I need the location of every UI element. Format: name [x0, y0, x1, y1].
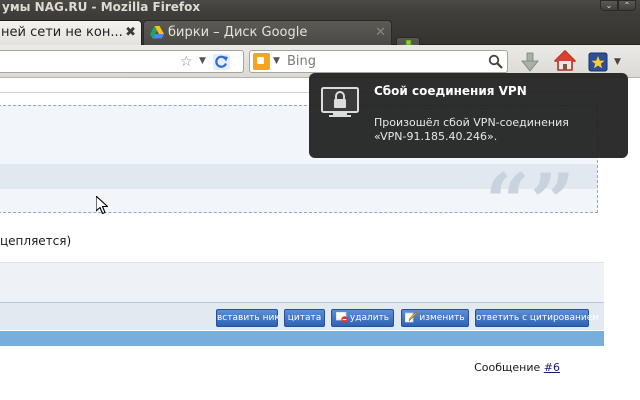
- tab-label: бирки – Диск Google: [168, 25, 308, 40]
- lock-monitor-icon: [321, 87, 359, 117]
- next-post-header: Сообщение #6: [0, 346, 604, 400]
- notification-title: Сбой соединения VPN: [374, 84, 527, 98]
- tab-bar: ней сети не кон... ✖ бирки – Диск Google…: [0, 17, 640, 57]
- bing-icon[interactable]: [253, 53, 270, 70]
- chevron-down-icon[interactable]: ▼: [273, 56, 280, 66]
- bookmark-icon[interactable]: [588, 52, 608, 72]
- button-label: ответить с цитированием: [476, 313, 600, 323]
- maximize-button[interactable]: ⌃: [618, 0, 636, 11]
- window-title: умы NAG.RU - Mozilla Firefox: [2, 0, 201, 14]
- mouse-cursor-icon: [96, 196, 108, 215]
- google-drive-icon: [150, 26, 164, 39]
- tab-nag-forum[interactable]: ней сети не кон... ✖: [0, 20, 142, 45]
- search-bar[interactable]: ▼ Bing: [249, 50, 508, 73]
- divider: [0, 262, 604, 263]
- delete-icon: [335, 312, 348, 323]
- star-icon[interactable]: ☆: [180, 54, 193, 70]
- close-tab-icon[interactable]: ✖: [125, 21, 136, 44]
- notification-body: «VPN-91.185.40.246».: [374, 130, 498, 143]
- window-title-bar[interactable]: умы NAG.RU - Mozilla Firefox ⌄ ⌃: [0, 0, 640, 17]
- notification-body: Произошёл сбой VPN-соединения: [374, 116, 569, 129]
- close-tab-icon[interactable]: ✕: [375, 21, 386, 44]
- post-text: цепляется): [0, 234, 72, 248]
- chevron-down-icon[interactable]: ▼: [614, 57, 621, 67]
- search-input[interactable]: Bing: [287, 53, 316, 70]
- window-controls: ⌄ ⌃: [600, 0, 636, 12]
- button-label: цитата: [287, 313, 322, 323]
- vpn-notification[interactable]: Сбой соединения VPN Произошёл сбой VPN-с…: [309, 73, 628, 158]
- delete-button[interactable]: удалить: [331, 309, 394, 327]
- reply-with-quote-button[interactable]: ответить с цитированием: [475, 309, 599, 327]
- insert-nick-button[interactable]: вставить ник: [216, 309, 280, 327]
- message-label: Сообщение: [474, 361, 541, 374]
- minimize-button[interactable]: ⌄: [600, 0, 618, 11]
- home-icon[interactable]: [554, 50, 576, 72]
- post-actions-bar: вставить ник цитата удалить изменить отв…: [0, 302, 604, 330]
- button-label: изменить: [419, 313, 465, 323]
- button-label: вставить ник: [217, 313, 280, 323]
- chevron-down-icon[interactable]: ▼: [199, 56, 206, 66]
- quote-button[interactable]: цитата: [284, 309, 325, 327]
- tab-label: ней сети не кон...: [1, 25, 123, 40]
- reload-icon[interactable]: [213, 54, 230, 70]
- edit-icon: [405, 312, 418, 323]
- post-footer-area: [0, 262, 604, 304]
- quote-marks-icon: “”: [485, 157, 575, 248]
- button-label: удалить: [349, 313, 390, 323]
- firefox-window: умы NAG.RU - Mozilla Firefox ⌄ ⌃ ней сет…: [0, 0, 640, 400]
- message-link[interactable]: #6: [544, 361, 560, 374]
- magnifier-icon[interactable]: [488, 54, 503, 69]
- edit-button[interactable]: изменить: [401, 309, 469, 327]
- download-icon[interactable]: [520, 52, 540, 72]
- post-separator-band: [0, 331, 604, 346]
- tab-google-drive[interactable]: бирки – Диск Google ✕: [143, 20, 392, 45]
- message-number: Сообщение #6: [474, 361, 560, 374]
- url-bar[interactable]: ☆ ▼: [0, 50, 244, 73]
